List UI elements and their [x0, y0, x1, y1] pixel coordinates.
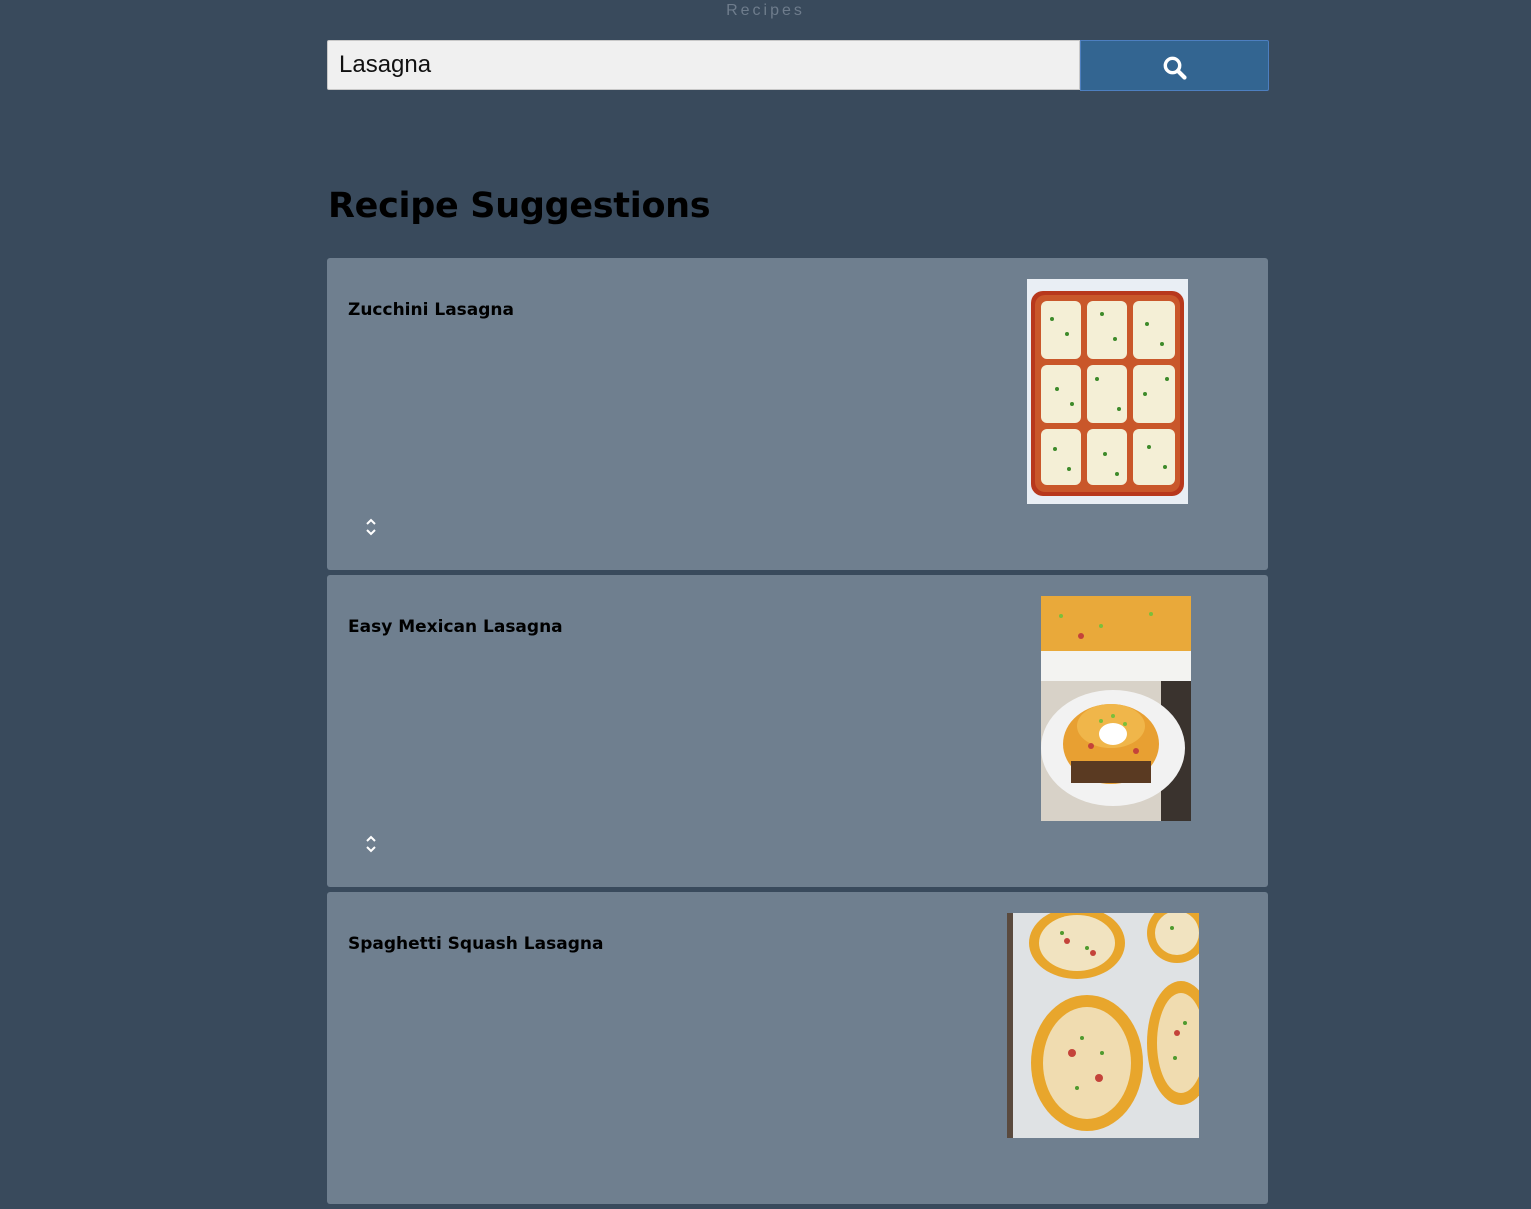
recipe-card[interactable]: Spaghetti Squash Lasagna — [327, 892, 1268, 1204]
recipe-image — [1007, 913, 1199, 1138]
spaghetti-squash-lasagna-photo — [1007, 913, 1199, 1138]
recipe-card[interactable]: Easy Mexican Lasagna — [327, 575, 1268, 887]
search-input[interactable] — [327, 40, 1080, 90]
recipe-card[interactable]: Zucchini Lasagna — [327, 258, 1268, 570]
zucchini-lasagna-photo — [1027, 279, 1188, 504]
recipe-title[interactable]: Zucchini Lasagna — [348, 299, 514, 321]
recipe-list: Zucchini Lasagna Easy Mexican Lasagna Sp… — [327, 258, 1268, 1209]
search-icon — [1162, 51, 1188, 81]
app-title: Recipes — [726, 2, 805, 19]
expand-collapse-icon[interactable] — [360, 515, 382, 539]
expand-collapse-icon[interactable] — [360, 832, 382, 856]
recipe-title[interactable]: Easy Mexican Lasagna — [348, 616, 563, 638]
search-bar — [327, 40, 1269, 91]
recipe-image — [1041, 596, 1191, 821]
recipe-title[interactable]: Spaghetti Squash Lasagna — [348, 933, 603, 955]
section-heading: Recipe Suggestions — [328, 186, 711, 226]
mexican-lasagna-photo — [1041, 596, 1191, 821]
recipe-image — [1027, 279, 1188, 504]
search-button[interactable] — [1080, 40, 1269, 91]
